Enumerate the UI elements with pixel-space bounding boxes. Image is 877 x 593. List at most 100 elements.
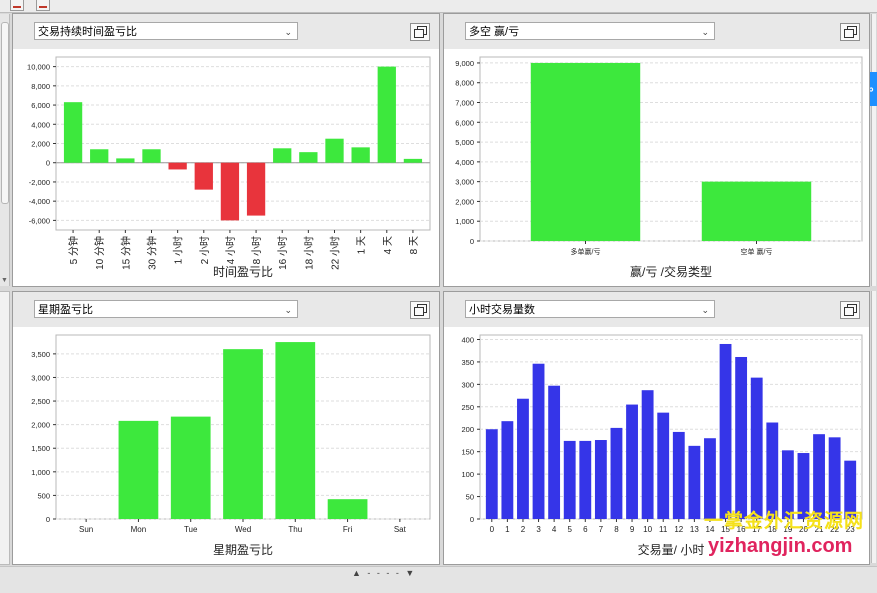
splitter-handle-icon[interactable]: ▲ - - - - ▼ <box>352 568 416 578</box>
bar[interactable] <box>610 427 623 519</box>
y-tick-label: 7,000 <box>455 99 474 108</box>
bar[interactable] <box>142 149 161 163</box>
y-tick-label: 6,000 <box>455 118 474 127</box>
chart-selector-dropdown[interactable]: 星期盈亏比 ⌄ <box>34 300 298 318</box>
y-tick-label: 3,000 <box>455 178 474 187</box>
bar[interactable] <box>530 62 641 241</box>
chart-panel-weekday: 星期盈亏比 ⌄ 0 500 1,000 1,500 2,000 2,500 3,000 3,5… <box>12 291 440 565</box>
y-tick-label: 350 <box>461 358 474 367</box>
x-tick-label: 多单赢/亏 <box>571 247 601 256</box>
bar[interactable] <box>594 440 607 519</box>
bottom-splitter-bar[interactable]: ▲ - - - - ▼ <box>0 566 877 593</box>
y-tick-label: -6,000 <box>29 216 50 225</box>
chart-area: -6,000 -4,000 -2,000 0 2,000 4,000 6,000 8,000 1… <box>27 56 431 279</box>
y-tick-label: 50 <box>466 493 474 502</box>
x-tick-label: 22 小时 <box>330 236 342 270</box>
chart-selector-dropdown[interactable]: 交易持续时间盈亏比 ⌄ <box>34 22 298 40</box>
bar[interactable] <box>532 363 545 519</box>
bar[interactable] <box>517 398 529 519</box>
x-tick-label: 30 分钟 <box>146 236 159 270</box>
y-tick-label: 2,500 <box>31 397 50 406</box>
y-tick-label: 0 <box>470 515 474 524</box>
x-tick-label: 0 <box>490 525 495 534</box>
x-tick-label: Mon <box>131 525 147 534</box>
x-tick-label: Tue <box>184 525 198 534</box>
y-tick-label: 2,000 <box>455 197 474 206</box>
bar[interactable] <box>719 343 732 519</box>
x-tick-label: 空单 赢/亏 <box>741 247 773 256</box>
toolbar-tab[interactable] <box>10 0 24 11</box>
scroll-down-arrow-icon[interactable]: ▼ <box>1 277 8 284</box>
bar[interactable] <box>579 440 592 519</box>
chart-panel-duration: 交易持续时间盈亏比 ⌄ -6,000 -4,000 -2,000 0 2,000 4,00… <box>12 13 440 287</box>
dropdown-selected-value: 小时交易量数 <box>469 304 535 316</box>
y-tick-label: 100 <box>461 470 474 479</box>
bar[interactable] <box>63 102 83 163</box>
bar[interactable] <box>246 162 266 216</box>
bar[interactable] <box>701 181 812 241</box>
bar[interactable] <box>325 138 344 163</box>
y-tick-label: 0 <box>46 159 50 168</box>
bar[interactable] <box>657 412 670 519</box>
x-tick-label: 8 天 <box>409 236 420 254</box>
bar[interactable] <box>170 416 211 519</box>
bar[interactable] <box>403 158 423 163</box>
x-tick-label: 15 分钟 <box>119 236 132 270</box>
left-scrollbar[interactable]: ▼ <box>0 14 10 286</box>
chart-selector-dropdown[interactable]: 多空 赢/亏 ⌄ <box>465 22 715 40</box>
bar[interactable] <box>672 431 685 519</box>
maximize-button[interactable] <box>410 301 430 319</box>
scrollbar-thumb[interactable] <box>1 22 9 204</box>
bar[interactable] <box>194 162 213 190</box>
bar[interactable] <box>90 149 109 163</box>
toolbar-tab[interactable] <box>36 0 50 11</box>
bar[interactable] <box>563 440 576 519</box>
bar[interactable] <box>275 342 316 519</box>
bar[interactable] <box>766 422 779 519</box>
x-tick-label: Sun <box>79 525 93 534</box>
bar[interactable] <box>735 356 748 519</box>
y-tick-label: 4,000 <box>455 158 474 167</box>
bar[interactable] <box>223 349 263 519</box>
bar[interactable] <box>327 499 368 519</box>
x-tick-label: 10 分钟 <box>93 236 106 270</box>
chevron-down-icon: ⌄ <box>284 305 292 315</box>
y-tick-label: 1,000 <box>455 217 474 226</box>
bar[interactable] <box>750 377 763 519</box>
x-tick-label: 1 小时 <box>173 236 185 264</box>
top-toolbar-strip <box>0 0 877 13</box>
y-tick-label: 0 <box>46 515 50 524</box>
y-tick-label: 6,000 <box>31 101 50 110</box>
panel-header: 小时交易量数 ⌄ <box>444 292 869 327</box>
bar[interactable] <box>116 158 135 163</box>
y-tick-label: 500 <box>37 491 50 500</box>
bar[interactable] <box>641 390 654 519</box>
panel-header: 星期盈亏比 ⌄ <box>13 292 439 327</box>
bar[interactable] <box>377 66 396 163</box>
maximize-button[interactable] <box>840 23 860 41</box>
bar[interactable] <box>351 147 370 163</box>
x-tick-label: 2 <box>521 525 526 534</box>
bar[interactable] <box>168 162 187 170</box>
y-tick-label: 3,500 <box>31 350 50 359</box>
panel-header: 多空 赢/亏 ⌄ <box>444 14 869 49</box>
bar[interactable] <box>485 429 498 519</box>
chart-selector-dropdown[interactable]: 小时交易量数 ⌄ <box>465 300 715 318</box>
bar[interactable] <box>548 385 561 519</box>
x-tick-label: 18 小时 <box>303 236 315 270</box>
bar[interactable] <box>501 421 514 519</box>
x-tick-label: 12 <box>674 525 683 534</box>
maximize-button[interactable] <box>410 23 430 41</box>
bar[interactable] <box>118 420 159 519</box>
maximize-button[interactable] <box>840 301 860 319</box>
x-tick-label: Wed <box>235 525 251 534</box>
bar[interactable] <box>220 162 240 221</box>
chevron-down-icon: ⌄ <box>284 27 292 37</box>
bar[interactable] <box>299 152 318 163</box>
x-tick-label: 7 <box>599 525 604 534</box>
bar[interactable] <box>273 148 292 163</box>
bar[interactable] <box>688 445 701 519</box>
bar[interactable] <box>626 404 638 519</box>
x-tick-label: 8 小时 <box>251 236 263 264</box>
panel-header: 交易持续时间盈亏比 ⌄ <box>13 14 439 49</box>
